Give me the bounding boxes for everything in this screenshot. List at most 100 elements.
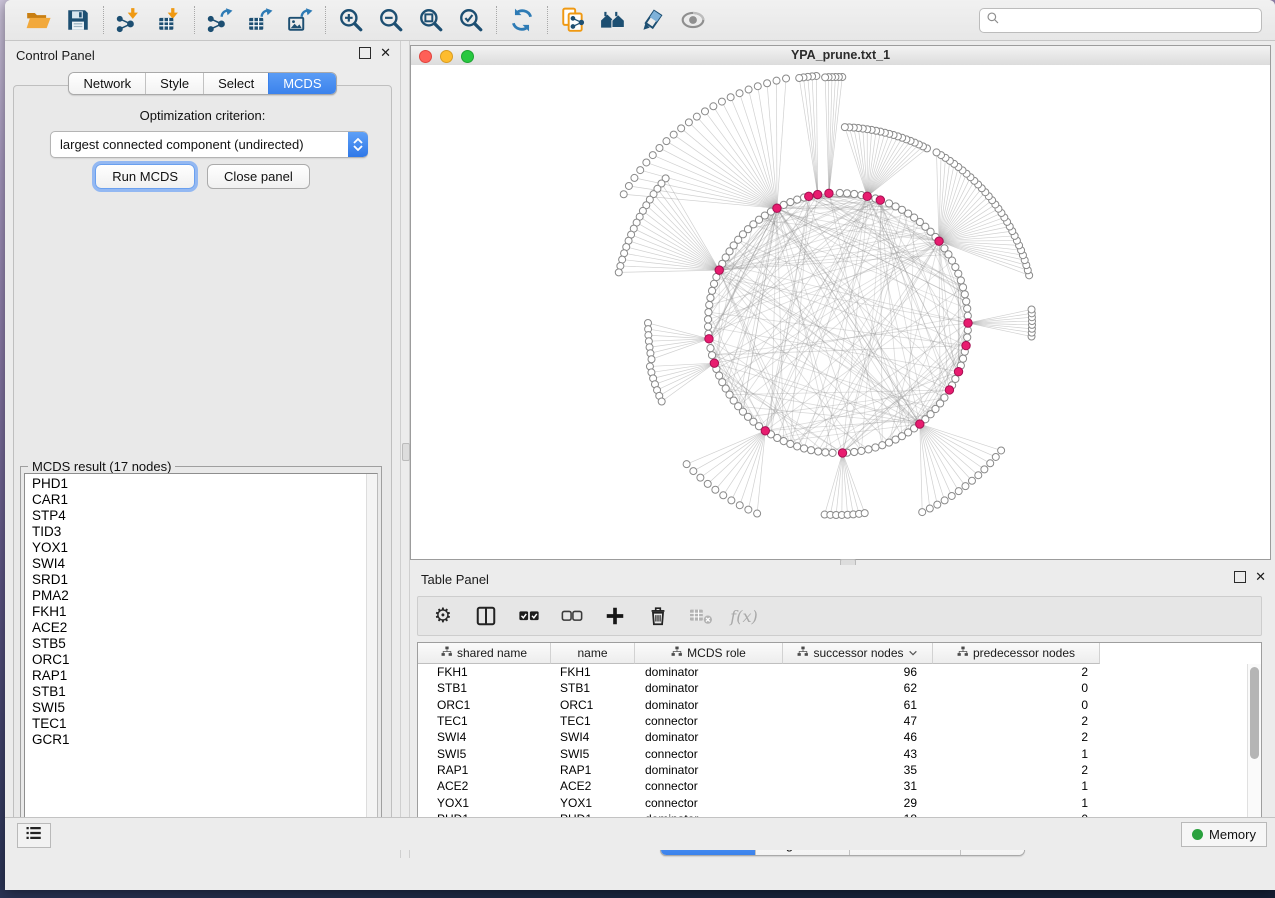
search-input[interactable] — [1005, 12, 1255, 29]
mcds-result-item[interactable]: RAP1 — [25, 668, 367, 684]
mcds-result-item[interactable]: ACE2 — [25, 620, 367, 636]
table-row[interactable]: RAP1RAP1dominator352 — [418, 762, 1248, 778]
tab-mcds[interactable]: MCDS — [268, 73, 335, 94]
split-columns-icon[interactable] — [473, 603, 499, 629]
cell-name: TEC1 — [551, 714, 635, 728]
apply-layout-icon[interactable] — [507, 5, 537, 35]
close-panel-button[interactable]: Close panel — [207, 164, 310, 189]
mcds-result-item[interactable]: TEC1 — [25, 716, 367, 732]
column-header-MCDS-role[interactable]: MCDS role — [635, 643, 783, 664]
export-image-icon[interactable] — [285, 5, 315, 35]
search-box[interactable] — [979, 8, 1262, 33]
float-table-panel-icon[interactable] — [1234, 571, 1246, 583]
table-row[interactable]: YOX1YOX1connector291 — [418, 794, 1248, 810]
mcds-result-item[interactable]: SWI4 — [25, 556, 367, 572]
table-row[interactable]: SWI4SWI4dominator462 — [418, 729, 1248, 745]
mcds-result-item[interactable]: PMA2 — [25, 588, 367, 604]
network-canvas[interactable] — [411, 65, 1270, 559]
control-panel-tabbar: NetworkStyleSelectMCDS — [5, 72, 400, 95]
mcds-result-item[interactable]: SRD1 — [25, 572, 367, 588]
table-row[interactable]: ORC1ORC1dominator610 — [418, 697, 1248, 713]
table-row[interactable]: ACE2ACE2connector311 — [418, 778, 1248, 794]
tab-network[interactable]: Network — [69, 73, 145, 94]
annotation-marker-icon[interactable] — [638, 5, 668, 35]
cell-predecessor_nodes: 0 — [933, 681, 1100, 695]
mcds-result-item[interactable]: PHD1 — [25, 476, 367, 492]
mcds-result-item[interactable]: YOX1 — [25, 540, 367, 556]
column-header-name[interactable]: name — [551, 643, 635, 664]
mcds-result-item[interactable]: CAR1 — [25, 492, 367, 508]
import-network-icon[interactable] — [114, 5, 144, 35]
table-row[interactable]: TEC1TEC1connector472 — [418, 713, 1248, 729]
network-graph[interactable] — [411, 65, 1270, 559]
column-header-shared-name[interactable]: shared name — [418, 643, 551, 664]
settings-gear-icon[interactable]: ⚙ — [430, 603, 456, 629]
mcds-result-item[interactable]: ORC1 — [25, 652, 367, 668]
cell-predecessor_nodes: 2 — [933, 665, 1100, 679]
toolbar-group — [104, 5, 194, 35]
import-table-icon[interactable] — [154, 5, 184, 35]
mcds-list-scrollbar[interactable] — [366, 474, 377, 832]
cell-successor_nodes: 31 — [783, 779, 933, 793]
tab-style[interactable]: Style — [145, 73, 203, 94]
new-network-from-selection-icon[interactable] — [558, 5, 588, 35]
cell-shared_name: RAP1 — [418, 763, 551, 777]
cell-mcds_role: dominator — [635, 681, 783, 695]
main-toolbar — [5, 0, 1275, 41]
save-session-icon[interactable] — [63, 5, 93, 35]
open-file-icon[interactable] — [23, 5, 53, 35]
table-row[interactable]: FKH1FKH1dominator962 — [418, 664, 1248, 680]
select-all-icon[interactable] — [516, 603, 542, 629]
column-header-predecessor-nodes[interactable]: predecessor nodes — [933, 643, 1100, 664]
table-scrollbar-thumb[interactable] — [1250, 667, 1259, 759]
deselect-all-icon[interactable] — [559, 603, 585, 629]
table-row[interactable]: SWI5SWI5connector431 — [418, 745, 1248, 761]
table-row[interactable]: STB1STB1dominator620 — [418, 680, 1248, 696]
network-region: YPA_prune.txt_1 — [410, 41, 1275, 560]
first-neighbors-icon[interactable] — [598, 5, 628, 35]
mcds-result-item[interactable]: STB5 — [25, 636, 367, 652]
function-builder-icon: f(x) — [731, 603, 757, 629]
task-history-button[interactable] — [17, 823, 51, 848]
cell-name: STB1 — [551, 681, 635, 695]
optimization-criterion-select[interactable]: largest connected component (undirected) — [50, 131, 368, 158]
app-window: Control Panel ✕ Optimization criterion: … — [5, 0, 1275, 890]
mcds-panel: Optimization criterion: largest connecte… — [13, 85, 392, 850]
zoom-selected-icon[interactable] — [456, 5, 486, 35]
toolbar-group — [13, 5, 103, 35]
toolbar-icon-groups — [13, 5, 718, 35]
add-column-icon[interactable] — [602, 603, 628, 629]
delete-column-icon[interactable] — [645, 603, 671, 629]
tab-select[interactable]: Select — [203, 73, 268, 94]
control-panel-header: Control Panel ✕ — [5, 41, 400, 69]
zoom-in-icon[interactable] — [336, 5, 366, 35]
mcds-result-list[interactable]: PHD1CAR1STP4TID3YOX1SWI4SRD1PMA2FKH1ACE2… — [24, 473, 378, 833]
column-header-successor-nodes[interactable]: successor nodes — [783, 643, 933, 664]
cell-name: RAP1 — [551, 763, 635, 777]
close-panel-icon[interactable]: ✕ — [380, 48, 391, 58]
export-network-icon[interactable] — [205, 5, 235, 35]
mcds-result-item[interactable]: TID3 — [25, 524, 367, 540]
sort-descending-icon — [908, 646, 918, 660]
export-table-icon[interactable] — [245, 5, 275, 35]
attribute-icon — [441, 646, 453, 661]
clear-table-icon — [688, 603, 714, 629]
mcds-result-item[interactable]: FKH1 — [25, 604, 367, 620]
zoom-fit-icon[interactable] — [416, 5, 446, 35]
mcds-result-item[interactable]: SWI5 — [25, 700, 367, 716]
mcds-result-item[interactable]: GCR1 — [25, 732, 367, 748]
memory-button[interactable]: Memory — [1181, 822, 1267, 847]
network-window: YPA_prune.txt_1 — [410, 45, 1271, 560]
mcds-result-item[interactable]: STB1 — [25, 684, 367, 700]
float-panel-icon[interactable] — [359, 47, 371, 59]
graphics-details-icon[interactable] — [678, 5, 708, 35]
table-scrollbar[interactable] — [1247, 664, 1261, 826]
network-window-titlebar[interactable]: YPA_prune.txt_1 — [411, 46, 1270, 66]
run-mcds-button[interactable]: Run MCDS — [95, 164, 195, 189]
zoom-out-icon[interactable] — [376, 5, 406, 35]
close-table-panel-icon[interactable]: ✕ — [1255, 572, 1266, 582]
mcds-result-item[interactable]: STP4 — [25, 508, 367, 524]
vertical-splitter-grip[interactable] — [402, 443, 410, 461]
cell-successor_nodes: 62 — [783, 681, 933, 695]
vertical-splitter[interactable] — [400, 41, 410, 858]
